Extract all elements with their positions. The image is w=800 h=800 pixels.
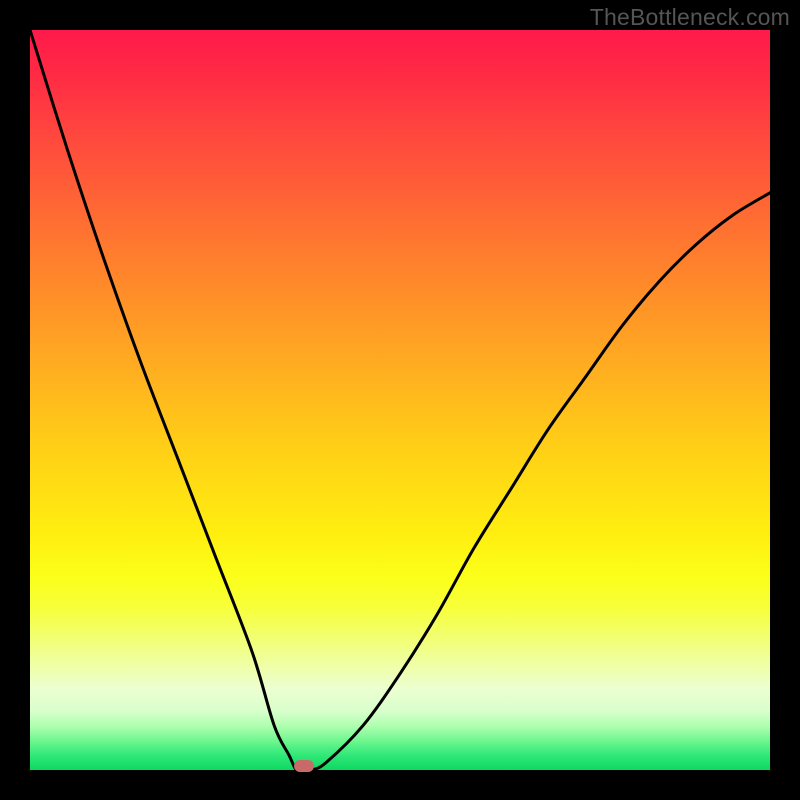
bottleneck-curve: [30, 30, 770, 770]
watermark-text: TheBottleneck.com: [590, 4, 790, 31]
chart-frame: TheBottleneck.com: [0, 0, 800, 800]
plot-area: [30, 30, 770, 770]
optimal-point-marker: [294, 760, 314, 772]
